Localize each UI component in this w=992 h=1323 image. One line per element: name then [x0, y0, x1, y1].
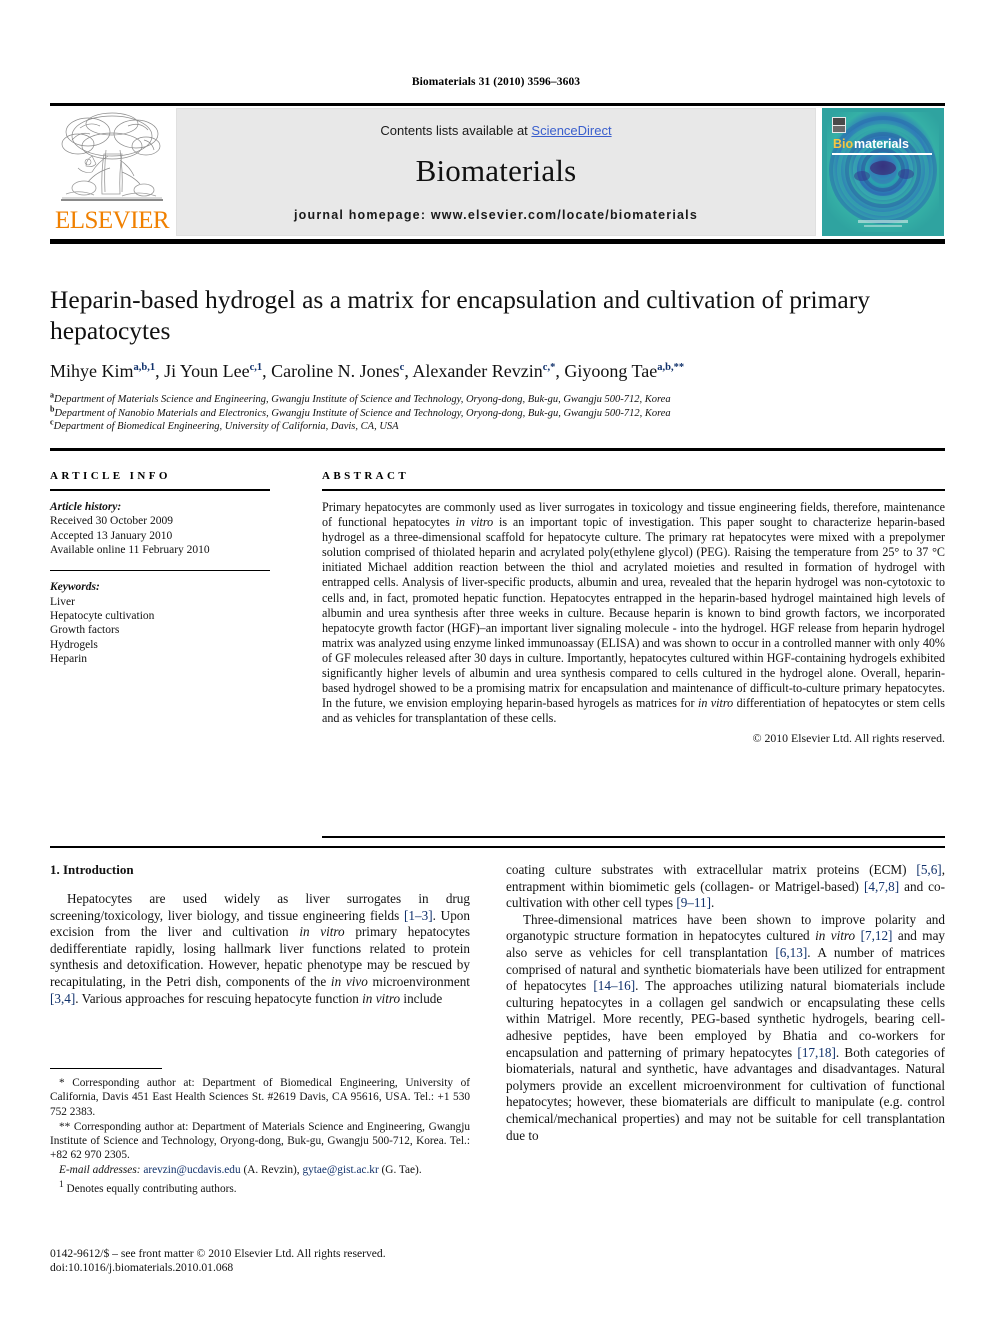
sciencedirect-band: Contents lists available at ScienceDirec…	[176, 108, 816, 236]
footnote-corresponding-secondary: ** Corresponding author at: Department o…	[50, 1120, 470, 1161]
elsevier-logo: ELSEVIER	[52, 108, 172, 236]
author-name: Mihye Kim	[50, 361, 134, 381]
author-affiliation-mark: c	[399, 362, 405, 373]
journal-title: Biomaterials	[415, 153, 577, 188]
abstract-heading: ABSTRACT	[322, 470, 410, 482]
imprint-block: 0142-9612/$ – see front matter © 2010 El…	[50, 1247, 480, 1276]
footnote-email-addresses: E-mail addresses: arevzin@ucdavis.edu (A…	[59, 1163, 422, 1176]
imprint-doi[interactable]: doi:10.1016/j.biomaterials.2010.01.068	[50, 1261, 480, 1275]
article-history-label: Article history:	[50, 501, 122, 513]
title-block: Heparin-based hydrogel as a matrix for e…	[50, 284, 950, 434]
keyword-item: Heparin	[50, 653, 88, 666]
footnote-corresponding-primary: * Corresponding author at: Department of…	[50, 1077, 470, 1118]
svg-text:materials: materials	[854, 137, 909, 151]
abstract-copyright: © 2010 Elsevier Ltd. All rights reserved…	[752, 731, 945, 746]
author-affiliation-mark: a,b,1	[133, 362, 156, 373]
keyword-item: Liver	[50, 595, 75, 608]
journal-homepage-line[interactable]: journal homepage: www.elsevier.com/locat…	[177, 208, 815, 222]
author-affiliation-mark: c,*	[542, 362, 556, 373]
intro-paragraph-left: Hepatocytes are used widely as liver sur…	[50, 891, 470, 1006]
journal-article-page: Biomaterials 31 (2010) 3596–3603 ELSEVIE…	[0, 0, 992, 1323]
affiliation-mark: a	[50, 390, 54, 400]
page-title: Heparin-based hydrogel as a matrix for e…	[50, 285, 870, 345]
contents-lists-line: Contents lists available at ScienceDirec…	[177, 123, 815, 138]
email-addresses-label: E-mail addresses:	[59, 1163, 141, 1176]
imprint-front-matter: 0142-9612/$ – see front matter © 2010 El…	[50, 1247, 386, 1260]
author-name: Caroline N. Jones	[271, 361, 400, 381]
footnote-equal-contribution: 1 Denotes equally contributing authors.	[50, 1178, 470, 1196]
journal-cover-thumbnail[interactable]: Bio materials	[822, 108, 944, 236]
abstract-text: Primary hepatocytes are commonly used as…	[322, 500, 946, 726]
abstract-column: ABSTRACT Primary hepatocytes are commonl…	[322, 470, 945, 746]
email-owner-revzin: (A. Revzin)	[243, 1163, 297, 1176]
email-link-tae[interactable]: gytae@gist.ac.kr	[302, 1164, 378, 1176]
sciencedirect-link[interactable]: ScienceDirect	[531, 123, 611, 138]
abstract-rule	[322, 489, 945, 491]
affiliation-mark: b	[50, 404, 55, 414]
intro-paragraph-right-1: coating culture substrates with extracel…	[506, 862, 945, 911]
running-head: Biomaterials 31 (2010) 3596–3603	[411, 76, 581, 88]
footnote-separator-rule	[50, 1068, 162, 1070]
email-link-revzin[interactable]: arevzin@ucdavis.edu	[143, 1164, 240, 1176]
keyword-item: Growth factors	[50, 624, 120, 637]
article-history-group: Article history: Received 30 October 200…	[50, 500, 270, 558]
cover-artwork: Bio materials	[822, 108, 944, 236]
contents-lists-prefix: Contents lists available at	[380, 123, 532, 138]
affiliation-item: bDepartment of Nanobio Materials and Ele…	[50, 404, 671, 419]
keyword-item: Hydrogels	[50, 638, 98, 651]
affiliation-list: aDepartment of Materials Science and Eng…	[50, 390, 950, 434]
svg-text:Bio: Bio	[833, 137, 854, 151]
keyword-item: Hepatocyte cultivation	[50, 609, 155, 622]
intro-paragraph-right-2: Three-dimensional matrices have been sho…	[506, 911, 946, 1143]
footnote-equal-contribution-text: Denotes equally contributing authors.	[66, 1182, 237, 1195]
affiliation-item: aDepartment of Materials Science and Eng…	[50, 390, 671, 405]
article-info-separator	[50, 569, 270, 572]
body-column-left: 1. Introduction Hepatocytes are used wid…	[50, 862, 470, 1007]
article-history-received: Received 30 October 2009	[50, 515, 173, 528]
author-name: Giyoong Tae	[564, 361, 658, 381]
author-affiliation-mark: a,b,**	[657, 362, 685, 373]
section-heading-introduction: 1. Introduction	[50, 862, 134, 877]
email-owner-tae: (G. Tae)	[381, 1163, 419, 1176]
author-name: Ji Youn Lee	[164, 361, 250, 381]
article-info-column: ARTICLE INFO Article history: Received 3…	[50, 470, 270, 667]
article-info-heading: ARTICLE INFO	[50, 470, 171, 482]
keywords-group: Keywords: Liver Hepatocyte cultivation G…	[50, 580, 270, 666]
author-list: Mihye Kima,b,1, Ji Youn Leec,1, Caroline…	[50, 361, 685, 381]
affiliation-mark: c	[50, 417, 54, 427]
body-column-right: coating culture substrates with extracel…	[506, 862, 945, 1144]
author-name: Alexander Revzin	[412, 361, 543, 381]
keywords-label: Keywords:	[50, 581, 100, 594]
footnotes-block: * Corresponding author at: Department of…	[50, 1068, 470, 1197]
affiliation-item: cDepartment of Biomedical Engineering, U…	[50, 417, 399, 433]
article-info-rule	[50, 489, 270, 491]
article-history-online: Available online 11 February 2010	[50, 544, 210, 557]
author-affiliation-mark: c,1	[249, 362, 263, 373]
footnote-mark-1: 1	[59, 1180, 64, 1191]
body-top-rule	[50, 846, 945, 848]
abstract-bottom-rule	[322, 836, 945, 838]
elsevier-wordmark: ELSEVIER	[54, 207, 170, 234]
masthead-top-rule	[50, 103, 945, 106]
masthead-bottom-rule	[50, 239, 945, 244]
article-history-accepted: Accepted 13 January 2010	[50, 529, 173, 542]
info-section-top-rule	[50, 448, 945, 451]
elsevier-tree-icon	[61, 112, 163, 201]
